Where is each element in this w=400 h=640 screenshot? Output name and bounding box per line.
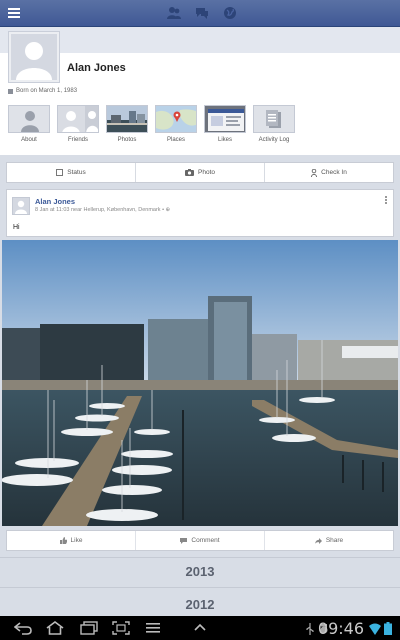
likes-thumbnail [204,105,246,133]
tile-about-label: About [21,137,37,143]
tile-likes-label: Likes [217,137,232,143]
share-label: Share [325,537,344,544]
usb-icon [305,622,315,635]
like-label: Like [70,537,83,544]
birthday-cake-icon [8,88,13,94]
back-icon[interactable] [14,621,32,635]
menu-icon[interactable] [0,0,28,27]
share-button[interactable]: Share [265,531,393,550]
activity-log-icon [253,105,295,133]
overflow-menu-icon[interactable] [385,196,388,205]
composer-actions: Status Photo Check In [6,162,394,183]
profile-tiles: About Friends Photos Places Likes Activi… [8,105,295,143]
tile-friends[interactable]: Friends [57,105,99,143]
comment-icon [180,537,188,544]
post-meta: 8 Jan at 11:03 near Hellerup, København,… [35,207,171,213]
photos-thumbnail [106,105,148,133]
person-icon [8,105,50,133]
messages-icon[interactable] [194,5,210,21]
tile-photos[interactable]: Photos [106,105,148,143]
profile-header: Alan Jones Born on March 1, 1983 About F… [0,27,400,155]
born-text: Born on March 1, 1983 [16,88,78,94]
tile-activity-log-label: Activity Log [258,137,290,143]
share-icon [314,537,322,544]
friend-requests-icon[interactable] [166,5,182,21]
post-photo[interactable] [2,240,398,526]
profile-picture[interactable] [8,31,60,83]
comment-label: Comment [191,537,220,544]
top-navigation-bar [0,0,400,27]
year-divider [0,557,400,558]
map-icon [155,105,197,133]
like-button[interactable]: Like [7,531,136,550]
clock: 09:46 [317,619,364,638]
post-avatar[interactable] [12,197,30,215]
menu-icon[interactable] [146,621,160,635]
default-avatar-icon [11,34,57,80]
battery-icon [384,622,392,635]
year-divider [0,587,400,588]
profile-name[interactable]: Alan Jones [67,62,126,74]
system-navigation-bar: 09:46 [0,616,400,640]
photo-button[interactable]: Photo [136,163,265,182]
chevron-up-icon[interactable] [193,621,207,635]
recent-apps-icon[interactable] [80,621,98,635]
camera-icon [185,169,194,176]
status-label: Status [67,169,86,176]
post-author[interactable]: Alan Jones [35,197,75,206]
tile-activity-log[interactable]: Activity Log [253,105,295,143]
tile-places-label: Places [166,137,185,143]
thumbs-up-icon [59,537,67,544]
comment-button[interactable]: Comment [136,531,265,550]
tile-likes[interactable]: Likes [204,105,246,143]
edit-icon [56,169,64,176]
friends-icon [57,105,99,133]
tile-friends-label: Friends [67,137,88,143]
home-icon[interactable] [46,621,64,635]
post-action-bar: Like Comment Share [6,530,394,551]
person-pin-icon [311,168,318,177]
tile-places[interactable]: Places [155,105,197,143]
check-in-label: Check In [321,169,347,176]
tile-photos-label: Photos [117,137,137,143]
screenshot-icon[interactable] [112,621,130,635]
year-2012[interactable]: 2012 [0,597,400,612]
check-in-button[interactable]: Check In [265,163,393,182]
status-button[interactable]: Status [7,163,136,182]
post-text: Hi [13,224,20,231]
cover-band [0,27,400,53]
photo-label: Photo [198,169,215,176]
born-info: Born on March 1, 1983 [8,88,77,94]
wifi-icon [369,622,381,635]
notifications-globe-icon[interactable] [222,5,238,21]
year-2013[interactable]: 2013 [0,564,400,579]
tile-about[interactable]: About [8,105,50,143]
timeline-post: Alan Jones 8 Jan at 11:03 near Hellerup,… [6,189,394,237]
